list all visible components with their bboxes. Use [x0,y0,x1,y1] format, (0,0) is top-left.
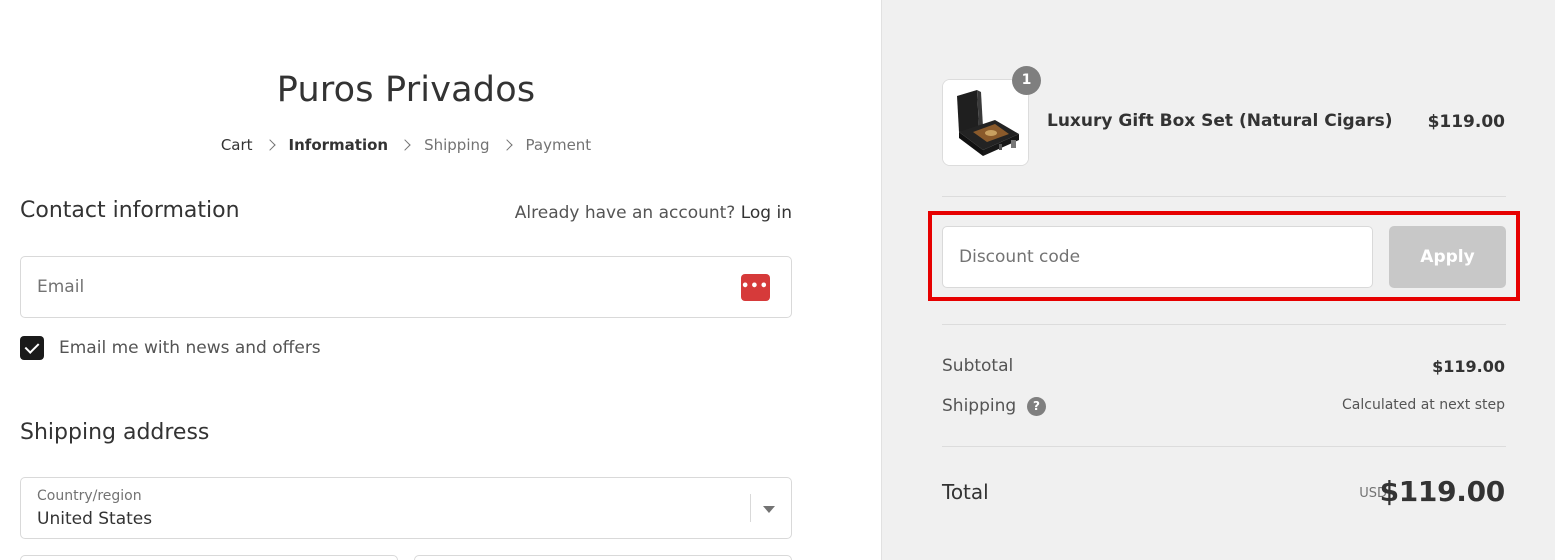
checkout-main: Puros Privados Cart Information Shipping… [0,0,881,560]
chevron-right-icon [263,139,276,151]
product-price: $119.00 [1427,112,1505,132]
breadcrumb-shipping: Shipping [424,136,490,154]
question-mark-icon[interactable]: ? [1027,397,1046,416]
product-name: Luxury Gift Box Set (Natural Cigars) [1047,111,1393,131]
last-name-field[interactable] [414,555,792,560]
chevron-right-icon [399,139,411,151]
newsletter-option: Email me with news and offers [20,336,321,360]
country-select[interactable]: Country/region United States [20,477,792,539]
newsletter-checkbox[interactable] [20,336,44,360]
breadcrumb-cart[interactable]: Cart [221,136,253,154]
discount-code-input[interactable] [942,226,1373,288]
contact-information-heading: Contact information [20,198,240,223]
divider [942,196,1506,197]
divider [942,446,1506,447]
apply-discount-button[interactable]: Apply [1389,226,1506,288]
gift-box-image [943,80,1028,165]
chevron-down-icon [763,506,775,513]
product-thumbnail [942,79,1029,166]
login-link[interactable]: Log in [741,203,792,223]
breadcrumb: Cart Information Shipping Payment [20,136,792,154]
subtotal-value: $119.00 [1432,357,1505,376]
email-field[interactable] [21,257,701,317]
newsletter-label[interactable]: Email me with news and offers [59,338,321,358]
breadcrumb-information: Information [288,136,389,154]
first-name-field[interactable] [20,555,398,560]
shipping-address-heading: Shipping address [20,420,210,445]
account-prompt-text: Already have an account? [514,203,736,223]
store-name[interactable]: Puros Privados [20,70,792,110]
divider [942,324,1506,325]
account-prompt: Already have an account? Log in [515,203,792,223]
total-label: Total [942,480,989,504]
select-divider [750,494,751,522]
country-label: Country/region [37,488,142,504]
email-field-wrapper: •••| [20,256,792,318]
shipping-value: Calculated at next step [1342,397,1505,413]
order-summary: 1 Luxury Gift Box Set (Natural Cigars) $… [881,0,1555,560]
quantity-badge: 1 [1012,66,1041,95]
total-amount: $119.00 [1379,475,1506,508]
password-manager-icon[interactable]: •••| [741,274,774,301]
chevron-right-icon [500,139,513,151]
breadcrumb-payment: Payment [525,136,592,154]
subtotal-label: Subtotal [942,356,1014,376]
country-value: United States [37,509,153,529]
shipping-label: Shipping [942,396,1017,416]
